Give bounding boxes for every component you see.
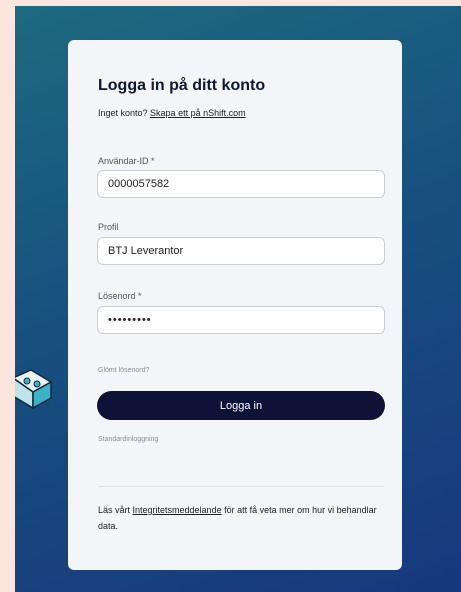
login-card: Logga in på ditt konto Inget konto? Skap… [68, 40, 402, 570]
profile-label: Profil [98, 222, 119, 232]
privacy-notice: Läs vårt Integritetsmeddelande för att f… [98, 502, 388, 534]
divider [98, 486, 384, 487]
password-label: Lösenord * [98, 291, 142, 301]
privacy-link[interactable]: Integritetsmeddelande [133, 505, 222, 515]
create-account-link[interactable]: Skapa ett på nShift.com [150, 108, 246, 118]
login-background: Logga in på ditt konto Inget konto? Skap… [15, 6, 461, 592]
no-account-text: Inget konto? [98, 108, 151, 118]
page-title: Logga in på ditt konto [98, 77, 266, 94]
forgot-password-link[interactable]: Glömt lösenord? [98, 367, 149, 374]
standard-login-link[interactable]: Standardinloggning [98, 436, 158, 443]
login-button[interactable]: Logga in [97, 391, 385, 420]
user-id-label: Användar-ID * [98, 156, 155, 166]
no-account-line: Inget konto? Skapa ett på nShift.com [98, 108, 246, 118]
privacy-prefix: Läs vårt [98, 505, 133, 515]
package-illustration-icon [15, 369, 53, 410]
password-input[interactable] [97, 306, 385, 334]
profile-input[interactable] [97, 237, 385, 265]
user-id-input[interactable] [97, 170, 385, 198]
